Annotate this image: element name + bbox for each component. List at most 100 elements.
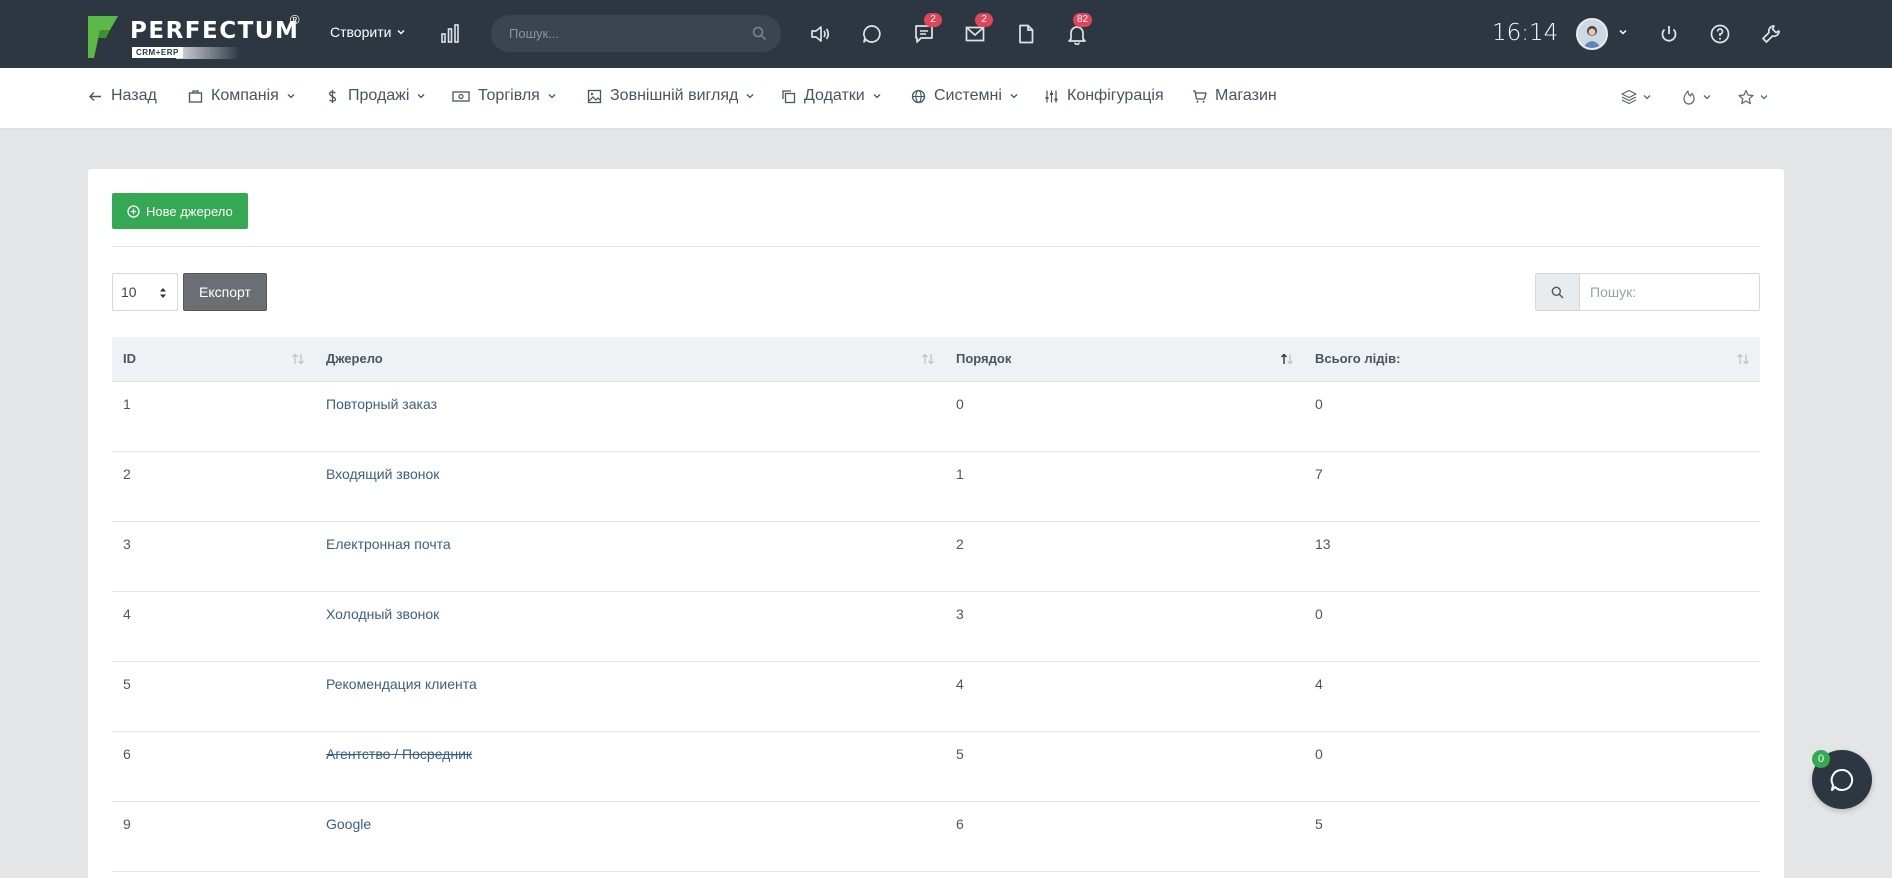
chevron-down-icon[interactable]	[1617, 26, 1629, 38]
nav-sales[interactable]: Продажі	[325, 87, 426, 105]
create-menu-button[interactable]: Створити	[330, 24, 406, 40]
help-icon	[1710, 24, 1730, 44]
export-button[interactable]: Експорт	[183, 273, 267, 311]
cell-total-leads: 7	[1304, 451, 1760, 522]
source-link[interactable]: Холодный звонок	[326, 606, 439, 622]
cell-total-leads: 13	[1304, 521, 1760, 592]
nav-label: Зовнішній вигляд	[610, 87, 739, 104]
table-search-input[interactable]	[1590, 274, 1750, 310]
column-label: ID	[123, 351, 136, 367]
avatar[interactable]	[1576, 18, 1608, 50]
chevron-down-icon	[873, 94, 881, 99]
top-search-input[interactable]	[509, 15, 739, 52]
table-search-addon	[1536, 274, 1580, 310]
messages-button[interactable]: 2	[910, 13, 942, 48]
source-link-disabled[interactable]: Агентство / Посредник	[326, 746, 472, 762]
nav-system[interactable]: Системні	[911, 87, 1019, 105]
power-button[interactable]	[1655, 20, 1683, 48]
column-header-source[interactable]: Джерело	[315, 337, 945, 382]
nav-appearance[interactable]: Зовнішній вигляд	[587, 87, 755, 105]
column-label: Джерело	[326, 351, 383, 367]
star-icon	[1738, 89, 1754, 105]
mail-badge: 2	[975, 13, 993, 27]
hot-menu[interactable]	[1681, 89, 1712, 105]
chevron-down-icon	[417, 94, 425, 99]
column-header-order[interactable]: Порядок	[945, 337, 1304, 382]
select-arrows-icon	[160, 288, 166, 298]
export-label: Експорт	[199, 284, 251, 300]
page-size-value: 10	[121, 284, 137, 300]
sources-table: ID Джерело Порядок Всього лідів: 1 Повто…	[112, 337, 1760, 872]
cell-id: 3	[112, 521, 315, 592]
chat-count-badge: 0	[1812, 750, 1830, 768]
column-header-id[interactable]: ID	[112, 337, 315, 382]
chat-button[interactable]	[858, 20, 886, 48]
cell-order: 4	[945, 661, 1304, 732]
main-nav: Назад Компанія Продажі Торгівля Зовнішні…	[0, 68, 1892, 129]
nav-company[interactable]: Компанія	[188, 87, 296, 105]
messages-badge: 2	[924, 13, 942, 27]
mail-button[interactable]: 2	[961, 13, 993, 48]
chevron-down-icon	[1703, 95, 1711, 100]
source-link[interactable]: Електронная почта	[326, 536, 451, 552]
nav-shop[interactable]: Магазин	[1192, 87, 1277, 105]
table-row: 5 Рекомендация клиента 4 4	[112, 661, 1760, 732]
cell-id: 1	[112, 381, 315, 452]
sort-icon	[1737, 353, 1749, 365]
source-link[interactable]: Входящий звонок	[326, 466, 439, 482]
chevron-down-icon	[287, 94, 295, 99]
chevron-down-icon	[548, 94, 556, 99]
chevron-down-icon	[397, 30, 405, 35]
search-icon[interactable]	[752, 26, 767, 41]
nav-label: Системні	[934, 87, 1002, 104]
documents-button[interactable]	[1012, 20, 1040, 48]
nav-addons[interactable]: Додатки	[781, 87, 882, 105]
sliders-icon	[1045, 90, 1058, 102]
nav-label: Продажі	[348, 87, 410, 104]
source-link[interactable]: Google	[326, 816, 371, 832]
nav-label: Магазин	[1215, 87, 1277, 104]
cell-id: 5	[112, 661, 315, 732]
page-size-select[interactable]: 10	[112, 273, 178, 311]
stats-button[interactable]	[436, 20, 464, 48]
money-icon	[452, 90, 470, 102]
source-link[interactable]: Рекомендация клиента	[326, 676, 477, 692]
nav-back[interactable]: Назад	[88, 87, 157, 105]
cell-order: 5	[945, 731, 1304, 802]
column-header-total-leads[interactable]: Всього лідів:	[1304, 337, 1760, 382]
new-source-label: Нове джерело	[146, 203, 233, 219]
nav-trade[interactable]: Торгівля	[452, 87, 557, 105]
cell-source: Входящий звонок	[315, 451, 945, 522]
chat-widget-button[interactable]: 0	[1812, 750, 1872, 809]
table-row: 4 Холодный звонок 3 0	[112, 591, 1760, 662]
user-avatar-icon	[1578, 20, 1606, 48]
column-label: Всього лідів:	[1315, 351, 1401, 367]
help-button[interactable]	[1706, 20, 1734, 48]
cell-id: 2	[112, 451, 315, 522]
settings-button[interactable]	[1757, 20, 1785, 48]
copy-icon	[782, 89, 796, 103]
logo-word: PERFECTUM	[130, 18, 300, 44]
nav-label: Торгівля	[478, 87, 540, 104]
globe-icon	[911, 89, 926, 103]
create-label: Створити	[330, 24, 392, 40]
cell-total-leads: 5	[1304, 801, 1760, 872]
chat-bubble-icon	[1830, 768, 1854, 791]
plus-circle-icon	[127, 204, 140, 218]
top-search	[491, 15, 781, 52]
table-header-row: ID Джерело Порядок Всього лідів:	[112, 337, 1760, 382]
new-source-button[interactable]: Нове джерело	[112, 193, 248, 229]
favorites-menu[interactable]	[1738, 89, 1769, 105]
notifications-button[interactable]: 82	[1063, 13, 1093, 48]
wrench-icon	[1762, 25, 1780, 43]
image-icon	[587, 89, 602, 103]
file-icon	[1019, 24, 1034, 44]
layers-icon	[1621, 89, 1637, 105]
cell-total-leads: 0	[1304, 591, 1760, 662]
clock: 16:14	[1492, 20, 1559, 46]
nav-label: Компанія	[211, 87, 279, 104]
nav-configuration[interactable]: Конфігурація	[1044, 87, 1164, 105]
source-link[interactable]: Повторный заказ	[326, 396, 437, 412]
layers-menu[interactable]	[1621, 89, 1652, 105]
announcements-button[interactable]	[806, 20, 834, 48]
